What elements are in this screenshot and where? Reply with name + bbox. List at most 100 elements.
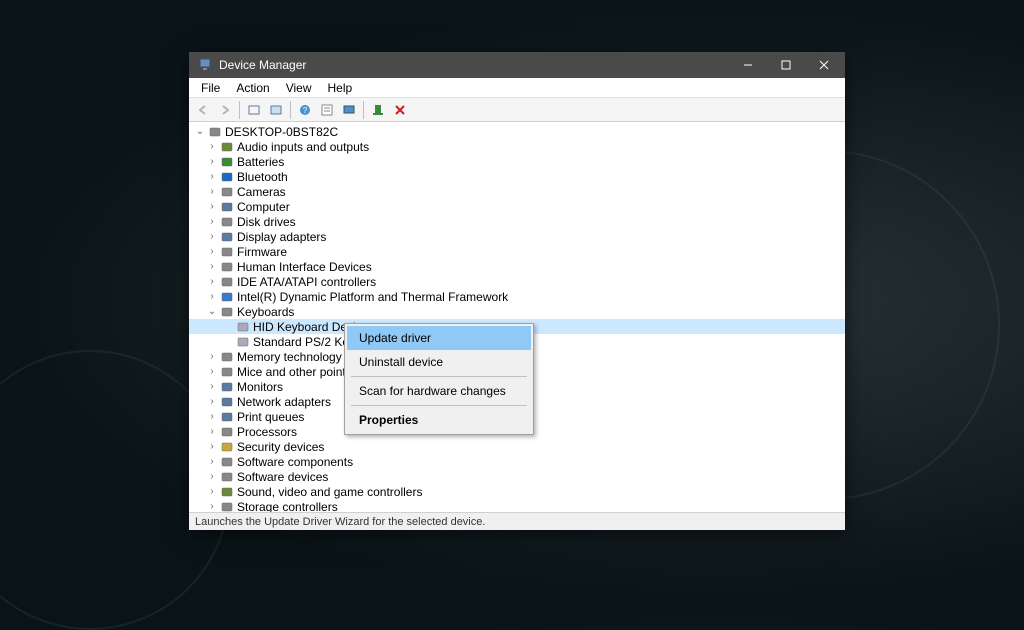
minimize-button[interactable] bbox=[729, 52, 767, 78]
expander-icon[interactable]: › bbox=[205, 366, 219, 377]
expander-icon[interactable]: › bbox=[205, 471, 219, 482]
expander-icon[interactable]: › bbox=[205, 501, 219, 512]
show-hidden-button[interactable] bbox=[244, 100, 264, 120]
scan-hardware-button[interactable] bbox=[368, 100, 388, 120]
tree-category[interactable]: ⌄ Keyboards bbox=[189, 304, 845, 319]
tree-category[interactable]: ›Audio inputs and outputs bbox=[189, 139, 845, 154]
toolbar-separator bbox=[239, 101, 240, 119]
expander-icon[interactable]: › bbox=[205, 216, 219, 227]
tree-category[interactable]: ›Software components bbox=[189, 454, 845, 469]
tree-category[interactable]: › Software devices bbox=[189, 469, 845, 484]
category-label: Software devices bbox=[237, 470, 328, 484]
tree-category[interactable]: ›Cameras bbox=[189, 184, 845, 199]
computer-icon bbox=[207, 125, 223, 139]
category-icon bbox=[219, 260, 235, 274]
category-label: IDE ATA/ATAPI controllers bbox=[237, 275, 376, 289]
expander-icon[interactable]: › bbox=[205, 351, 219, 362]
category-label: Computer bbox=[237, 200, 290, 214]
expander-icon[interactable]: › bbox=[205, 291, 219, 302]
expander-icon[interactable]: › bbox=[205, 486, 219, 497]
window-title: Device Manager bbox=[219, 58, 729, 72]
tree-category[interactable]: › Disk drives bbox=[189, 214, 845, 229]
category-icon bbox=[219, 305, 235, 319]
expander-icon[interactable]: ⌄ bbox=[205, 306, 219, 317]
app-icon bbox=[197, 57, 213, 73]
tree-category[interactable]: › Bluetooth bbox=[189, 169, 845, 184]
tree-category[interactable]: › Human Interface Devices bbox=[189, 259, 845, 274]
tree-category[interactable]: › Firmware bbox=[189, 244, 845, 259]
context-menu-item[interactable]: Properties bbox=[347, 408, 531, 432]
expander-icon[interactable]: › bbox=[205, 261, 219, 272]
expander-icon[interactable]: › bbox=[205, 411, 219, 422]
expander-icon[interactable]: › bbox=[205, 276, 219, 287]
toolbar-separator bbox=[290, 101, 291, 119]
tree-container: ⌄ DESKTOP-0BST82C›Audio inputs and output… bbox=[189, 122, 845, 512]
device-manager-window: Device Manager File Action View Help ? ⌄… bbox=[189, 52, 845, 530]
category-label: Bluetooth bbox=[237, 170, 288, 184]
context-menu-item[interactable]: Uninstall device bbox=[347, 350, 531, 374]
monitor-button[interactable] bbox=[339, 100, 359, 120]
expander-icon[interactable]: › bbox=[205, 381, 219, 392]
category-icon bbox=[219, 410, 235, 424]
category-label: Storage controllers bbox=[237, 500, 338, 513]
expander-icon[interactable]: › bbox=[205, 141, 219, 152]
category-label: Disk drives bbox=[237, 215, 296, 229]
tree-category[interactable]: › Computer bbox=[189, 199, 845, 214]
category-label: Processors bbox=[237, 425, 297, 439]
context-menu: Update driverUninstall device Scan for ha… bbox=[344, 323, 534, 435]
expander-icon[interactable]: › bbox=[205, 171, 219, 182]
category-icon bbox=[219, 200, 235, 214]
status-text: Launches the Update Driver Wizard for th… bbox=[195, 516, 485, 528]
device-tree[interactable]: ⌄ DESKTOP-0BST82C›Audio inputs and output… bbox=[189, 122, 845, 512]
category-icon bbox=[219, 380, 235, 394]
view-button[interactable] bbox=[266, 100, 286, 120]
category-icon bbox=[219, 140, 235, 154]
help-button[interactable]: ? bbox=[295, 100, 315, 120]
menu-help[interactable]: Help bbox=[320, 79, 361, 97]
category-icon bbox=[219, 290, 235, 304]
properties-button[interactable] bbox=[317, 100, 337, 120]
expander-icon[interactable]: › bbox=[205, 186, 219, 197]
context-menu-divider bbox=[351, 405, 527, 406]
close-button[interactable] bbox=[805, 52, 843, 78]
back-button[interactable] bbox=[193, 100, 213, 120]
category-icon bbox=[219, 155, 235, 169]
expander-icon[interactable]: › bbox=[205, 441, 219, 452]
forward-button[interactable] bbox=[215, 100, 235, 120]
category-label: Keyboards bbox=[237, 305, 294, 319]
uninstall-button[interactable] bbox=[390, 100, 410, 120]
expander-icon[interactable]: › bbox=[205, 456, 219, 467]
keyboard-icon bbox=[235, 320, 251, 334]
category-label: Network adapters bbox=[237, 395, 331, 409]
menu-action[interactable]: Action bbox=[228, 79, 277, 97]
menu-file[interactable]: File bbox=[193, 79, 228, 97]
category-icon bbox=[219, 350, 235, 364]
titlebar[interactable]: Device Manager bbox=[189, 52, 845, 78]
category-label: Batteries bbox=[237, 155, 284, 169]
tree-category[interactable]: › Storage controllers bbox=[189, 499, 845, 512]
tree-category[interactable]: ›Security devices bbox=[189, 439, 845, 454]
expander-icon[interactable]: › bbox=[205, 396, 219, 407]
tree-category[interactable]: › Sound, video and game controllers bbox=[189, 484, 845, 499]
menubar: File Action View Help bbox=[189, 78, 845, 98]
keyboard-icon bbox=[235, 335, 251, 349]
tree-root[interactable]: ⌄ DESKTOP-0BST82C bbox=[189, 124, 845, 139]
expander-icon[interactable]: › bbox=[205, 426, 219, 437]
menu-view[interactable]: View bbox=[278, 79, 320, 97]
expander-icon[interactable]: ⌄ bbox=[193, 126, 207, 137]
expander-icon[interactable]: › bbox=[205, 201, 219, 212]
category-label: Firmware bbox=[237, 245, 287, 259]
context-menu-item[interactable]: Scan for hardware changes bbox=[347, 379, 531, 403]
context-menu-item[interactable]: Update driver bbox=[347, 326, 531, 350]
maximize-button[interactable] bbox=[767, 52, 805, 78]
expander-icon[interactable]: › bbox=[205, 156, 219, 167]
tree-category[interactable]: › Batteries bbox=[189, 154, 845, 169]
expander-icon[interactable]: › bbox=[205, 246, 219, 257]
tree-category[interactable]: ›Display adapters bbox=[189, 229, 845, 244]
expander-icon[interactable]: › bbox=[205, 231, 219, 242]
tree-category[interactable]: ›Intel(R) Dynamic Platform and Thermal F… bbox=[189, 289, 845, 304]
tree-root-label: DESKTOP-0BST82C bbox=[225, 125, 338, 139]
tree-category[interactable]: › IDE ATA/ATAPI controllers bbox=[189, 274, 845, 289]
category-label: Human Interface Devices bbox=[237, 260, 372, 274]
category-label: Sound, video and game controllers bbox=[237, 485, 422, 499]
